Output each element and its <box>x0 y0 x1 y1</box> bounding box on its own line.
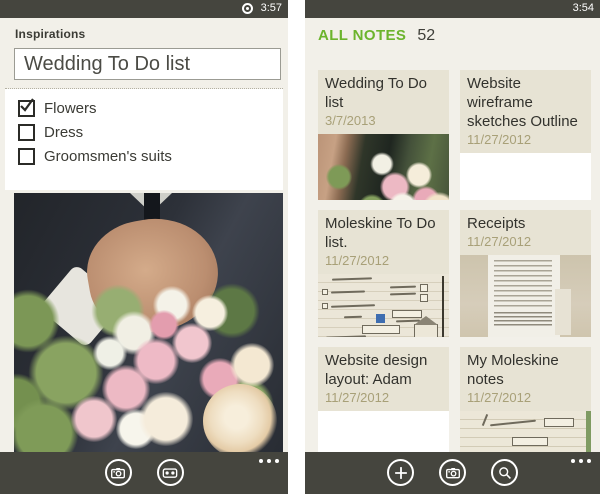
tile-title: My Moleskine notes <box>467 352 559 388</box>
camera-icon <box>111 467 125 478</box>
all-notes-title: ALL NOTES <box>318 27 407 44</box>
note-tile-website-design[interactable]: Website design layout: Adam 11/27/2012 <box>318 347 449 452</box>
tile-header: Website wireframe sketches Outline 11/27… <box>460 70 591 153</box>
add-button[interactable] <box>387 459 414 486</box>
tile-title: Website wireframe sketches Outline <box>467 75 578 130</box>
camera-icon <box>445 467 460 478</box>
voice-memo-button[interactable] <box>156 459 184 486</box>
checklist-item-flowers[interactable]: Flowers <box>18 96 283 120</box>
tile-thumbnail-notes <box>460 411 591 452</box>
checklist-item-label: Groomsmen's suits <box>44 147 172 165</box>
location-indicator-icon <box>242 3 253 14</box>
all-notes-screen: 3:54 ALL NOTES 52 Wedding To Do list 3/7… <box>305 0 600 494</box>
tile-title: Wedding To Do list <box>325 75 428 111</box>
flower-blob <box>203 384 277 452</box>
sketch-blue-check-icon <box>376 314 385 323</box>
section-title: Inspirations <box>15 27 86 41</box>
status-bar: 3:57 <box>0 0 288 18</box>
status-bar: 3:54 <box>305 0 600 18</box>
checklist-item-groomsmens-suits[interactable]: Groomsmen's suits <box>18 144 283 168</box>
checkbox-icon[interactable] <box>18 123 35 141</box>
search-button[interactable] <box>491 459 518 486</box>
tile-thumbnail-sketch <box>318 274 449 337</box>
note-tile-website-wireframe[interactable]: Website wireframe sketches Outline 11/27… <box>460 70 591 200</box>
note-editor-screen: 3:57 Inspirations Wedding To Do list Flo… <box>0 0 288 494</box>
search-icon <box>498 466 511 479</box>
tile-thumbnail-bouquet <box>318 134 449 200</box>
note-tile-wedding-to-do[interactable]: Wedding To Do list 3/7/2013 <box>318 70 449 200</box>
flower-blob <box>230 343 274 387</box>
checkbox-checked-icon[interactable] <box>18 97 35 117</box>
tile-date: 11/27/2012 <box>325 253 390 268</box>
checkbox-icon[interactable] <box>18 147 35 165</box>
tile-header: Website design layout: Adam 11/27/2012 <box>318 347 449 411</box>
tile-header: Receipts 11/27/2012 <box>460 210 591 255</box>
tile-thumbnail-blank <box>318 411 449 452</box>
tile-thumbnail-blank <box>460 153 591 200</box>
tile-header: Wedding To Do list 3/7/2013 <box>318 70 449 134</box>
tile-header: My Moleskine notes 11/27/2012 <box>460 347 591 411</box>
note-tile-my-moleskine-notes[interactable]: My Moleskine notes 11/27/2012 <box>460 347 591 452</box>
flower-blob <box>71 396 117 442</box>
clock: 3:54 <box>572 2 594 14</box>
tile-date: 11/27/2012 <box>325 390 390 405</box>
screenshot-canvas: 3:57 Inspirations Wedding To Do list Flo… <box>0 0 600 494</box>
add-icon <box>394 466 407 479</box>
more-icon[interactable] <box>571 459 591 463</box>
flower-blob <box>139 392 193 446</box>
flower-blob <box>172 323 212 363</box>
wedding-bouquet-photo[interactable] <box>14 193 283 452</box>
notes-header: ALL NOTES 52 <box>318 27 435 45</box>
tile-date: 11/27/2012 <box>467 390 532 405</box>
tile-date: 11/27/2012 <box>467 234 532 249</box>
checklist-item-label: Dress <box>44 123 84 141</box>
app-bar <box>0 452 288 494</box>
checklist-panel: Flowers Dress Groomsmen's suits <box>5 89 283 190</box>
note-title-value: Wedding To Do list <box>24 53 191 75</box>
more-icon[interactable] <box>259 459 279 463</box>
tile-title: Moleskine To Do list. <box>325 215 436 251</box>
clock: 3:57 <box>260 2 282 14</box>
tile-date: 11/27/2012 <box>467 132 532 147</box>
tile-date: 3/7/2013 <box>325 113 376 128</box>
app-bar <box>305 452 600 494</box>
notes-count: 52 <box>417 27 436 44</box>
checklist-item-label: Flowers <box>44 99 97 117</box>
camera-button[interactable] <box>104 459 132 486</box>
camera-button[interactable] <box>439 459 466 486</box>
tile-title: Website design layout: Adam <box>325 352 428 388</box>
note-tile-moleskine-to-do[interactable]: Moleskine To Do list. 11/27/2012 <box>318 210 449 337</box>
voice-memo-icon <box>162 467 178 478</box>
tile-header: Moleskine To Do list. 11/27/2012 <box>318 210 449 274</box>
note-title-input[interactable]: Wedding To Do list <box>14 48 281 80</box>
checklist-item-dress[interactable]: Dress <box>18 120 283 144</box>
tile-title: Receipts <box>467 215 526 232</box>
note-tile-receipts[interactable]: Receipts 11/27/2012 <box>460 210 591 337</box>
tile-thumbnail-receipt <box>460 255 591 337</box>
